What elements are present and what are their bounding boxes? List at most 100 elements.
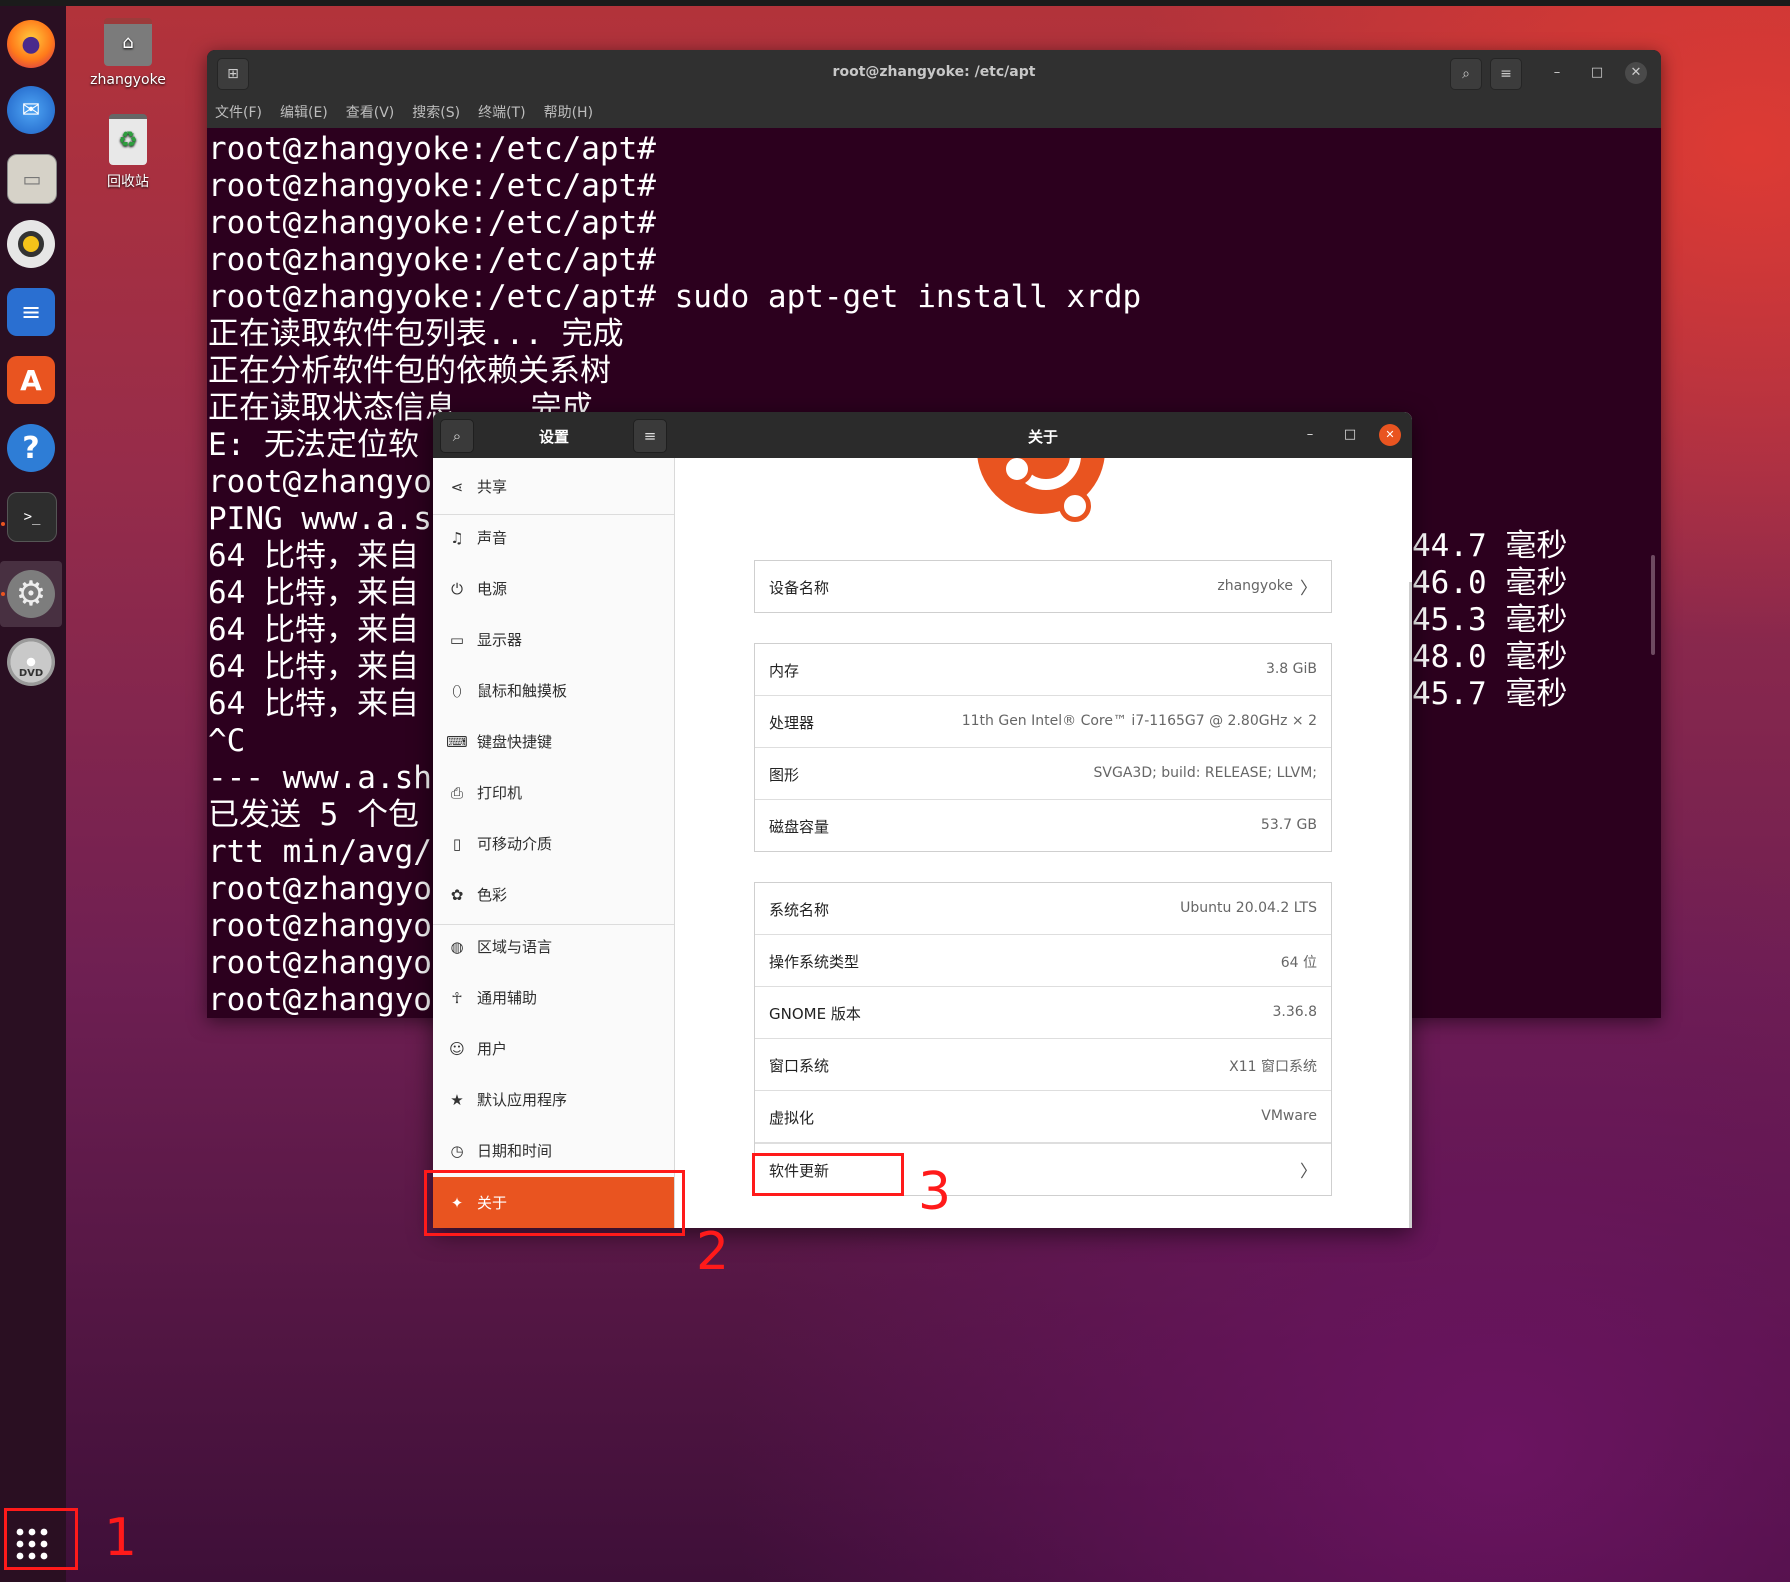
sidebar-item-3[interactable]: ▭ 显示器	[433, 614, 674, 665]
hamburger-menu-icon[interactable]: ≡	[633, 419, 667, 453]
menu-help[interactable]: 帮助(H)	[544, 102, 593, 122]
terminal-ping-times: 44.7 毫秒 46.0 毫秒 45.3 毫秒 48.0 毫秒 45.7 毫秒	[1412, 528, 1567, 713]
rhythmbox-icon[interactable]	[7, 220, 55, 268]
terminal-ping-time: 45.3 毫秒	[1412, 602, 1568, 638]
system-row: 系统名称 Ubuntu 20.04.2 LTS	[755, 883, 1331, 934]
terminal-running-dot	[1, 522, 5, 526]
system-value: Ubuntu 20.04.2 LTS	[1180, 900, 1317, 916]
terminal-ping-time: 44.7 毫秒	[1412, 528, 1568, 564]
menu-search[interactable]: 搜索(S)	[412, 102, 460, 122]
sidebar-item-10[interactable]: ☥ 通用辅助	[433, 972, 674, 1023]
dvd-icon[interactable]: DVD	[7, 638, 55, 686]
removable-media-icon: ▯	[452, 834, 462, 853]
hamburger-menu-icon[interactable]: ≡	[1490, 58, 1522, 90]
system-value: 3.36.8	[1272, 1004, 1317, 1020]
system-row: 虚拟化 VMware	[755, 1090, 1331, 1143]
desktop-trash[interactable]: ♻ 回收站	[78, 114, 178, 191]
device-name-row[interactable]: 设备名称 zhangyoke 〉	[755, 561, 1331, 612]
trash-icon: ♻	[109, 114, 147, 165]
annotation-number-2: 2	[696, 1222, 730, 1282]
home-folder-icon: ⌂	[104, 18, 152, 66]
terminal-scrollbar[interactable]	[1651, 555, 1655, 655]
search-icon[interactable]: ⌕	[440, 419, 474, 453]
terminal-line: root@zhangyoke:/etc/apt#	[208, 205, 656, 241]
keyboard-icon: ⌨	[446, 732, 468, 751]
hardware-row: 处理器 11th Gen Intel® Core™ i7-1165G7 @ 2.8…	[755, 695, 1331, 747]
sidebar-item-0[interactable]: ⋖ 共享	[433, 461, 674, 512]
settings-headerbar[interactable]: ⌕ 设置 ≡ 关于 – □ ✕	[433, 412, 1412, 458]
libreoffice-writer-icon[interactable]: ≡	[7, 288, 55, 336]
system-label: 系统名称	[769, 901, 830, 919]
terminal-line: 正在分析软件包的依赖关系树	[208, 353, 611, 389]
system-label: 操作系统类型	[769, 953, 860, 971]
minimize-icon[interactable]: –	[1299, 424, 1321, 446]
annotation-number-3: 3	[918, 1162, 952, 1222]
terminal-ping-time: 46.0 毫秒	[1412, 565, 1568, 601]
sidebar-item-11[interactable]: ☺ 用户	[433, 1023, 674, 1074]
settings-sidebar-title: 设置	[539, 428, 570, 446]
firefox-icon[interactable]: ●	[7, 20, 55, 68]
system-value: 64 位	[1280, 955, 1317, 971]
terminal-titlebar[interactable]: ⊞ root@zhangyoke: /etc/apt ⌕ ≡ – □ ✕	[207, 50, 1661, 96]
settings-icon[interactable]: ⚙	[7, 570, 55, 618]
software-center-icon[interactable]: A	[7, 356, 55, 404]
sidebar-item-label: 色彩	[477, 886, 508, 904]
clock-icon: ◷	[450, 1141, 464, 1160]
hardware-label: 磁盘容量	[769, 818, 830, 836]
menu-terminal[interactable]: 终端(T)	[478, 102, 525, 122]
sidebar-separator	[433, 924, 674, 925]
chevron-right-icon: 〉	[1300, 579, 1317, 599]
terminal-icon[interactable]: >_	[7, 492, 57, 542]
accessibility-icon: ☥	[451, 988, 463, 1007]
terminal-ping-time: 48.0 毫秒	[1412, 639, 1568, 675]
hardware-value: 11th Gen Intel® Core™ i7-1165G7 @ 2.80GH…	[961, 713, 1317, 729]
desktop-home-folder[interactable]: ⌂ zhangyoke	[78, 18, 178, 88]
maximize-icon[interactable]: □	[1586, 62, 1608, 84]
terminal-line: root@zhangyoke:/etc/apt#	[208, 242, 656, 278]
system-row: 窗口系统 X11 窗口系统	[755, 1038, 1331, 1090]
sidebar-item-5[interactable]: ⌨ 键盘快捷键	[433, 716, 674, 767]
sidebar-item-13[interactable]: ◷ 日期和时间	[433, 1125, 674, 1176]
hardware-label: 图形	[769, 766, 800, 784]
close-icon[interactable]: ✕	[1625, 62, 1647, 84]
search-icon[interactable]: ⌕	[1450, 58, 1482, 90]
sidebar-item-1[interactable]: ♫ 声音	[433, 512, 674, 563]
help-icon[interactable]: ?	[7, 424, 55, 472]
menu-view[interactable]: 查看(V)	[346, 102, 395, 122]
terminal-line: root@zhangyoke:/etc/apt#	[208, 168, 656, 204]
hardware-row: 内存 3.8 GiB	[755, 644, 1331, 695]
terminal-line: root@zhangyoke:/etc/apt#	[208, 131, 656, 167]
system-row: 操作系统类型 64 位	[755, 934, 1331, 986]
sidebar-item-7[interactable]: ▯ 可移动介质	[433, 818, 674, 869]
ubuntu-logo-icon	[977, 458, 1105, 522]
device-name-card: 设备名称 zhangyoke 〉	[754, 560, 1332, 613]
sidebar-item-label: 键盘快捷键	[477, 733, 553, 751]
share-icon: ⋖	[450, 477, 464, 496]
sidebar-item-12[interactable]: ★ 默认应用程序	[433, 1074, 674, 1125]
sidebar-item-label: 声音	[477, 529, 508, 547]
sidebar-item-2[interactable]: ⏻ 电源	[433, 563, 674, 614]
settings-sidebar: ⋖ 共享 ♫ 声音 ⏻ 电源 ▭ 显示器 ⬯ 鼠标和触摸板 ⌨ 键盘快捷键 ⎙ 打印机 ▯ 可移动介质 ✿ 色彩 ◍…	[433, 458, 675, 1228]
minimize-icon[interactable]: –	[1546, 62, 1568, 84]
music-note-icon: ♫	[450, 528, 464, 547]
hardware-row: 图形 SVGA3D; build: RELEASE; LLVM;	[755, 747, 1331, 799]
sidebar-item-6[interactable]: ⎙ 打印机	[433, 767, 674, 818]
globe-icon: ◍	[450, 937, 464, 956]
files-icon[interactable]: ▭	[7, 154, 57, 204]
close-icon[interactable]: ✕	[1379, 424, 1401, 446]
sidebar-item-9[interactable]: ◍ 区域与语言	[433, 921, 674, 972]
sidebar-item-label: 打印机	[477, 784, 523, 802]
annotation-box-1	[4, 1508, 78, 1570]
settings-window[interactable]: ⌕ 设置 ≡ 关于 – □ ✕ ⋖ 共享 ♫ 声音 ⏻ 电源 ▭ 显示器 ⬯ 鼠标和触摸板 ⌨ 键盘快…	[433, 412, 1412, 1228]
sidebar-item-label: 日期和时间	[477, 1142, 553, 1160]
hardware-value: SVGA3D; build: RELEASE; LLVM;	[1093, 765, 1317, 781]
thunderbird-icon[interactable]: ✉	[7, 86, 55, 134]
menu-edit[interactable]: 编辑(E)	[280, 102, 328, 122]
menu-file[interactable]: 文件(F)	[215, 102, 262, 122]
maximize-icon[interactable]: □	[1339, 424, 1361, 446]
sidebar-item-8[interactable]: ✿ 色彩	[433, 869, 674, 920]
terminal-ping-time: 45.7 毫秒	[1412, 676, 1568, 712]
settings-scrollbar[interactable]	[1409, 582, 1412, 1228]
system-row: GNOME 版本 3.36.8	[755, 986, 1331, 1038]
sidebar-item-4[interactable]: ⬯ 鼠标和触摸板	[433, 665, 674, 716]
